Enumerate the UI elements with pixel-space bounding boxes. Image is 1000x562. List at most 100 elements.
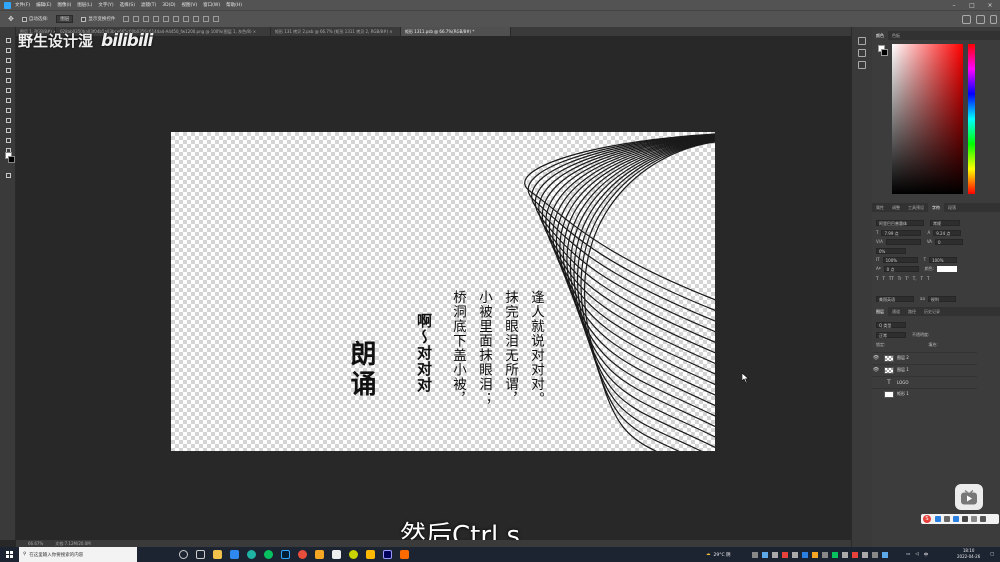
- app-icon[interactable]: [349, 550, 358, 559]
- maximize-icon[interactable]: □: [964, 0, 980, 10]
- tray-app-icon[interactable]: [862, 551, 868, 558]
- align-bottom-icon[interactable]: [143, 16, 150, 22]
- language-select[interactable]: 美国英语: [876, 295, 914, 302]
- kerning-field[interactable]: [885, 238, 921, 245]
- move-tool-icon[interactable]: ✥: [8, 15, 14, 23]
- faux-bold-button[interactable]: T: [876, 276, 878, 281]
- layer-row[interactable]: 👁 图层 2: [872, 352, 977, 363]
- align-top-icon[interactable]: [123, 16, 130, 22]
- sogou-logo-icon[interactable]: S: [923, 515, 931, 523]
- ime-punct-icon[interactable]: [943, 516, 950, 522]
- show-transform-checkbox[interactable]: 显示变换控件: [81, 16, 115, 22]
- tray-app-icon[interactable]: [752, 551, 758, 558]
- document-canvas[interactable]: 朗诵 啊～对对对 桥洞底下盖小被， 小被里面抹眼泪； 抹完眼泪无所谓， 逢人就说…: [171, 132, 715, 451]
- strikethrough-button[interactable]: T: [927, 276, 929, 281]
- small-caps-button[interactable]: Tr: [898, 276, 902, 281]
- volume-icon[interactable]: ◁: [915, 552, 918, 557]
- sticky-notes-icon[interactable]: [366, 550, 375, 559]
- chrome-icon[interactable]: [298, 550, 307, 559]
- share-icon[interactable]: [990, 15, 997, 24]
- windows-start-icon[interactable]: [6, 551, 13, 558]
- eye-icon[interactable]: 👁: [872, 367, 880, 373]
- layer-row[interactable]: T LOGO: [872, 376, 977, 387]
- menu-type[interactable]: 文字(Y): [98, 2, 113, 8]
- distribute-icon[interactable]: [183, 16, 190, 22]
- align-left-icon[interactable]: [153, 16, 160, 22]
- tray-app-icon[interactable]: [882, 551, 888, 558]
- properties-panel-icon[interactable]: [858, 49, 866, 57]
- antialias-select[interactable]: 锐利: [927, 295, 956, 302]
- tab-paths[interactable]: 路径: [904, 307, 920, 316]
- zoom-level[interactable]: 66.67%: [28, 541, 43, 546]
- 3d-pan-icon[interactable]: [203, 16, 210, 22]
- tab-paragraph[interactable]: 段落: [944, 203, 960, 212]
- brush-tool-icon[interactable]: [4, 97, 12, 104]
- store-icon[interactable]: [230, 550, 239, 559]
- menu-select[interactable]: 选择(S): [120, 2, 135, 8]
- auto-select-check[interactable]: [21, 16, 27, 22]
- recorder-icon[interactable]: [400, 550, 409, 559]
- workspace-icon[interactable]: [976, 15, 985, 24]
- tray-app-icon[interactable]: [802, 551, 808, 558]
- frame-tool-icon[interactable]: [4, 77, 12, 84]
- tray-app-icon[interactable]: [832, 551, 838, 558]
- minimize-icon[interactable]: –: [946, 0, 962, 10]
- notification-icon[interactable]: ▢: [990, 547, 994, 562]
- layer-row[interactable]: 矩形 1: [872, 388, 977, 399]
- close-window-icon[interactable]: ×: [982, 0, 998, 10]
- auto-select-target-select[interactable]: 图层: [56, 15, 74, 23]
- blend-mode-select[interactable]: 正常: [876, 331, 906, 338]
- menu-window[interactable]: 窗口(W): [203, 2, 220, 8]
- gradient-tool-icon[interactable]: [4, 127, 12, 134]
- tray-app-icon[interactable]: [852, 551, 858, 558]
- leading-field[interactable]: 9.24 点: [933, 229, 962, 236]
- text-color-swatch[interactable]: [936, 265, 957, 272]
- color-picker-field[interactable]: [892, 44, 963, 194]
- font-family-select[interactable]: 阿里巴巴普惠体: [876, 219, 924, 226]
- font-size-field[interactable]: 7.99 点: [881, 229, 922, 236]
- network-icon[interactable]: ▭: [906, 552, 910, 557]
- premiere-icon[interactable]: [383, 550, 392, 559]
- menu-image[interactable]: 图像(I): [57, 2, 71, 8]
- 3d-slide-icon[interactable]: [213, 16, 220, 22]
- pen-tool-icon[interactable]: [4, 137, 12, 144]
- menu-filter[interactable]: 滤镜(T): [141, 2, 156, 8]
- weather-widget[interactable]: ☁ 29°C 阴: [706, 547, 731, 562]
- tab-tool-presets[interactable]: 工具预设: [904, 203, 928, 212]
- eye-icon[interactable]: 👁: [872, 355, 880, 361]
- tab-properties[interactable]: 属性: [872, 203, 888, 212]
- tsume-field[interactable]: 0%: [876, 247, 906, 254]
- vertical-scale-field[interactable]: 100%: [882, 256, 918, 263]
- underline-button[interactable]: T: [921, 276, 923, 281]
- layer-row[interactable]: 👁 图层 1: [872, 364, 977, 375]
- tab-layers[interactable]: 图层: [872, 307, 888, 316]
- align-center-icon[interactable]: [163, 16, 170, 22]
- cortana-icon[interactable]: [179, 550, 188, 559]
- tray-app-icon[interactable]: [812, 551, 818, 558]
- subscript-button[interactable]: T,: [913, 276, 917, 281]
- faux-italic-button[interactable]: T: [882, 276, 884, 281]
- edge-icon[interactable]: [247, 550, 256, 559]
- hue-slider[interactable]: [968, 44, 975, 194]
- auto-select-checkbox[interactable]: 自动选择:: [21, 16, 48, 22]
- tab-document-active[interactable]: 矩形 1311.psb @ 66.7%(RGB/8#) *: [401, 27, 511, 36]
- quick-mask-icon[interactable]: [4, 172, 12, 179]
- bilibili-tv-icon[interactable]: [955, 484, 983, 510]
- taskbar-search-box[interactable]: ⚲ 在这里输入你要搜索的内容: [19, 547, 137, 562]
- 3d-panel-icon[interactable]: [858, 61, 866, 69]
- tab-adjustments[interactable]: 调整: [888, 203, 904, 212]
- tray-app-icon[interactable]: [762, 551, 768, 558]
- ime-skin-icon[interactable]: [970, 516, 977, 522]
- marquee-tool-icon[interactable]: [4, 47, 12, 54]
- search-icon[interactable]: [962, 15, 971, 24]
- ime-keyboard-icon[interactable]: [961, 516, 968, 522]
- ime-indicator[interactable]: 中: [924, 552, 929, 558]
- folder-icon[interactable]: [315, 550, 324, 559]
- superscript-button[interactable]: T': [905, 276, 909, 281]
- horizontal-scale-field[interactable]: 100%: [929, 256, 958, 263]
- tray-app-icon[interactable]: [772, 551, 778, 558]
- stamp-tool-icon[interactable]: [4, 107, 12, 114]
- tab-history[interactable]: 历史记录: [920, 307, 944, 316]
- panel-background-swatch[interactable]: [881, 49, 888, 56]
- all-caps-button[interactable]: TT: [889, 276, 894, 281]
